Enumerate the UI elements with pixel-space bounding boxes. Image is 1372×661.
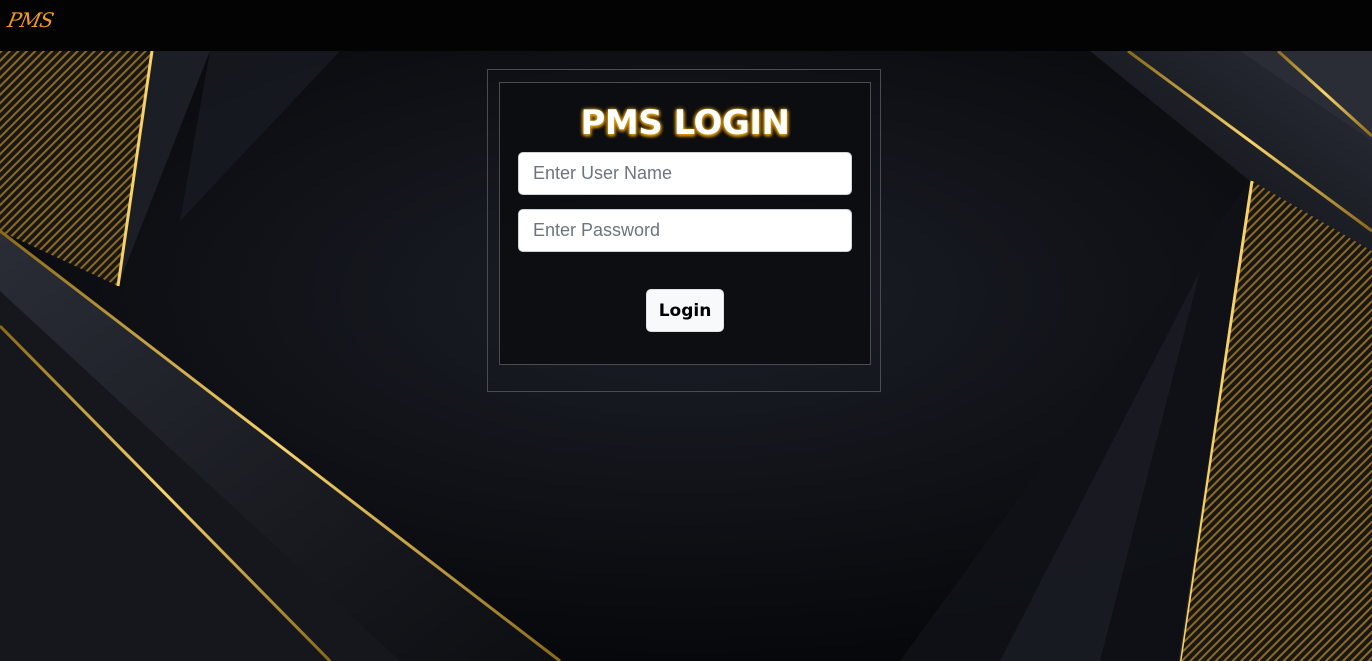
login-card: PMS LOGIN Login xyxy=(499,82,871,365)
top-navbar: PMS xyxy=(0,0,1372,51)
password-input[interactable] xyxy=(518,209,852,252)
brand-logo[interactable]: PMS xyxy=(5,8,55,32)
login-button[interactable]: Login xyxy=(646,289,724,332)
username-input[interactable] xyxy=(518,152,852,195)
login-title: PMS LOGIN xyxy=(580,103,790,143)
